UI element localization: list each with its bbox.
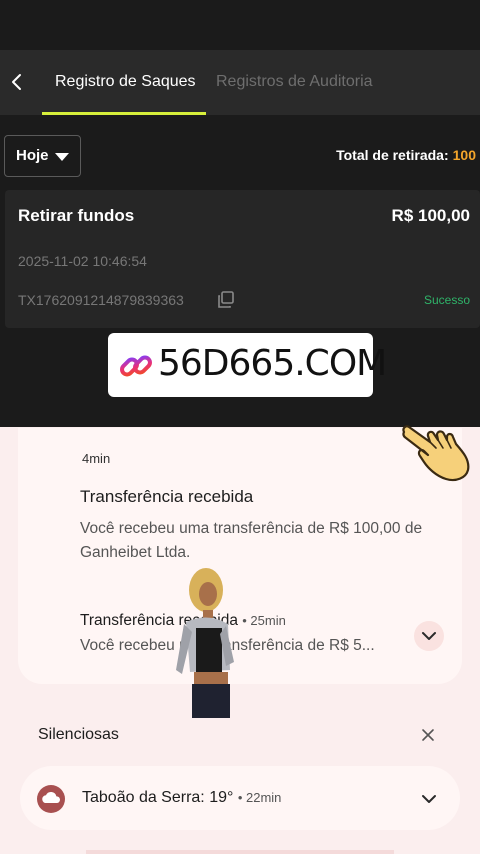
weather-notification[interactable]: Taboão da Serra: 19° • 22min bbox=[20, 766, 460, 830]
silent-section-title: Silenciosas bbox=[38, 726, 119, 743]
person-figure bbox=[176, 568, 234, 718]
record-title: Retirar fundos bbox=[18, 206, 135, 225]
record-datetime: 2025-11-02 10:46:54 bbox=[18, 253, 147, 269]
caret-down-icon bbox=[55, 153, 69, 161]
date-filter-dropdown[interactable]: Hoje bbox=[4, 135, 81, 177]
weather-text: Taboão da Serra: 19° • 22min bbox=[82, 789, 281, 807]
notification-2-time: • 25min bbox=[242, 613, 286, 628]
chevron-left-icon bbox=[12, 74, 21, 90]
tab-audit-records[interactable]: Registros de Auditoria bbox=[216, 50, 373, 115]
total-value: 100 bbox=[452, 147, 476, 163]
date-filter-label: Hoje bbox=[16, 147, 49, 164]
promo-banner[interactable]: 56D665.COM bbox=[108, 333, 387, 397]
total-withdrawal: Total de retirada: 100 bbox=[336, 147, 476, 163]
pointing-hand-icon bbox=[402, 425, 470, 482]
active-tab-indicator bbox=[42, 112, 206, 115]
record-amount: R$ 100,00 bbox=[391, 206, 470, 225]
link-icon bbox=[120, 355, 152, 377]
chevron-down-icon bbox=[422, 632, 436, 640]
chevron-down-icon[interactable] bbox=[414, 784, 444, 814]
close-icon[interactable] bbox=[418, 725, 438, 745]
status-band bbox=[0, 0, 480, 50]
back-button[interactable] bbox=[6, 68, 28, 96]
record-transaction-id: TX1762091214879839363 bbox=[18, 292, 184, 308]
weather-location: Taboão da Serra: 19° bbox=[82, 789, 234, 806]
total-label: Total de retirada: bbox=[336, 147, 449, 163]
notification-body: Você recebeu uma transferência de R$ 100… bbox=[80, 520, 423, 561]
notification-time: 4min bbox=[82, 451, 111, 466]
cloud-icon bbox=[37, 785, 65, 813]
tab-bar: Registro de Saques Registros de Auditori… bbox=[0, 50, 480, 115]
notification-title: Transferência recebida bbox=[80, 487, 254, 506]
record-status: Sucesso bbox=[423, 293, 470, 307]
notification-expand-button[interactable] bbox=[414, 621, 444, 651]
promo-text: 56D665.COM bbox=[158, 343, 387, 384]
weather-time: • 22min bbox=[237, 790, 282, 805]
tab-withdrawal-records[interactable]: Registro de Saques bbox=[55, 50, 196, 115]
copy-icon[interactable] bbox=[217, 291, 235, 309]
next-card-edge bbox=[86, 850, 394, 854]
withdrawal-record-card[interactable]: Retirar fundos R$ 100,00 2025-11-02 10:4… bbox=[5, 190, 480, 328]
